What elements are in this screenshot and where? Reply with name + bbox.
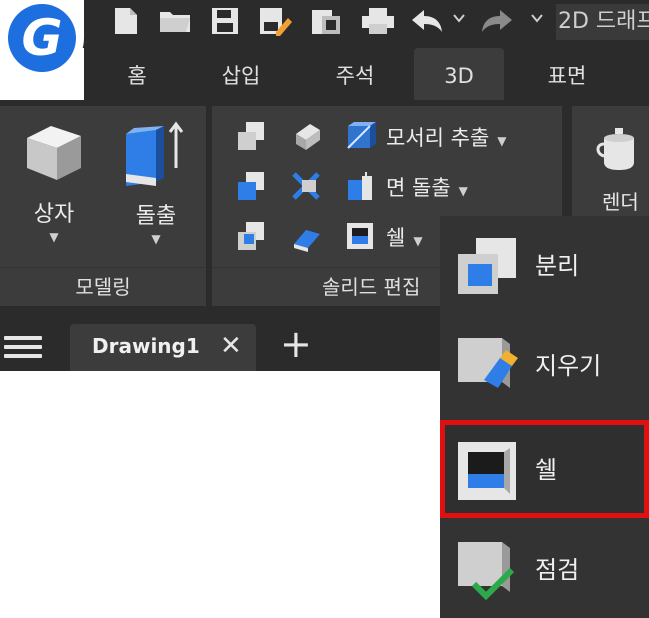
separate-icon — [458, 238, 516, 294]
slice-icon[interactable] — [290, 170, 322, 202]
save-icon[interactable] — [210, 6, 240, 36]
menu-item-check[interactable]: 점검 — [440, 520, 649, 618]
open-folder-icon[interactable] — [158, 6, 192, 36]
tab-3d[interactable]: 3D — [414, 48, 504, 100]
tab-surface[interactable]: 표면 — [528, 48, 606, 100]
check-icon — [458, 542, 515, 601]
extract-edges-button[interactable]: 모서리 추출 ▼ — [386, 122, 507, 152]
menu-icon[interactable] — [4, 336, 42, 358]
shell-button[interactable]: 쉘 ▼ — [386, 222, 423, 252]
drawing-tab-label: Drawing1 — [92, 334, 200, 358]
redo-icon[interactable] — [480, 6, 514, 36]
tab-annotate[interactable]: 주석 — [316, 48, 394, 100]
drawing-tab[interactable]: Drawing1 ✕ — [70, 324, 256, 371]
menu-item-label: 쉘 — [535, 456, 558, 484]
chevron-down-icon: ▼ — [151, 232, 161, 246]
redo-dropdown-icon[interactable] — [530, 12, 544, 42]
extrude-face-button[interactable]: 면 돌출 ▼ — [386, 172, 468, 202]
render-teapot-icon[interactable] — [594, 124, 644, 172]
intersect-icon[interactable] — [236, 170, 268, 202]
app-logo[interactable]: G — [0, 0, 84, 78]
add-tab-icon[interactable]: + — [280, 324, 312, 364]
thicken-icon[interactable] — [290, 220, 322, 252]
extrude-button[interactable]: 돌출 ▼ — [116, 120, 196, 246]
menu-item-shell[interactable]: 쉘 — [440, 420, 649, 518]
close-icon[interactable]: ✕ — [220, 331, 242, 361]
logo-icon: G — [8, 4, 76, 72]
solid-edit-dropdown-menu: 분리 지우기 쉘 점검 — [440, 216, 649, 618]
menu-item-label: 점검 — [535, 556, 580, 584]
chevron-down-icon: ▼ — [49, 230, 59, 244]
menu-item-clean[interactable]: 지우기 — [440, 316, 649, 414]
subtract-icon[interactable] — [290, 120, 322, 152]
extrude-face-icon[interactable] — [344, 170, 376, 202]
box-label: 상자 — [33, 202, 75, 227]
ribbon-tabs: 홈 삽입 주석 3D 표면 — [84, 48, 649, 100]
new-file-icon[interactable] — [112, 6, 140, 36]
separate-small-icon[interactable] — [236, 220, 268, 252]
tab-insert[interactable]: 삽입 — [202, 48, 280, 100]
shell-small-icon[interactable] — [344, 220, 376, 252]
extrude-face-label: 면 돌출 — [386, 176, 451, 200]
extrude-label: 돌출 — [135, 204, 177, 229]
undo-dropdown-icon[interactable] — [452, 12, 466, 42]
plot-preview-icon[interactable] — [310, 6, 344, 36]
menu-item-label: 분리 — [535, 252, 580, 280]
modeling-panel: 상자 ▼ 돌출 ▼ 모델링 — [0, 106, 206, 306]
undo-icon[interactable] — [410, 6, 444, 36]
save-as-icon[interactable] — [258, 6, 292, 36]
menu-item-label: 지우기 — [535, 352, 602, 380]
modeling-panel-title: 모델링 — [0, 267, 206, 306]
extract-edges-label: 모서리 추출 — [386, 126, 490, 150]
union-icon[interactable] — [236, 120, 268, 152]
eraser-icon — [458, 338, 518, 388]
workspace-selector[interactable]: 2D 드래프팅 — [556, 4, 649, 40]
quick-access-toolbar: 2D 드래프팅 — [0, 0, 649, 48]
box-icon — [27, 126, 81, 180]
chevron-down-icon: ▼ — [413, 234, 423, 248]
shell-label: 쉘 — [386, 226, 406, 250]
extract-edges-icon[interactable] — [344, 120, 376, 152]
menu-item-separate[interactable]: 분리 — [440, 216, 649, 314]
print-icon[interactable] — [360, 6, 396, 36]
extrude-icon — [126, 121, 184, 186]
chevron-down-icon: ▼ — [458, 184, 468, 198]
box-button[interactable]: 상자 ▼ — [18, 120, 90, 244]
render-label[interactable]: 렌더 — [602, 186, 639, 215]
shell-icon — [458, 442, 516, 500]
chevron-down-icon: ▼ — [497, 134, 507, 148]
tab-home[interactable]: 홈 — [112, 48, 162, 100]
document-tab-bar: Drawing1 ✕ + — [0, 318, 440, 371]
render-panel: 렌더 — [572, 106, 649, 216]
